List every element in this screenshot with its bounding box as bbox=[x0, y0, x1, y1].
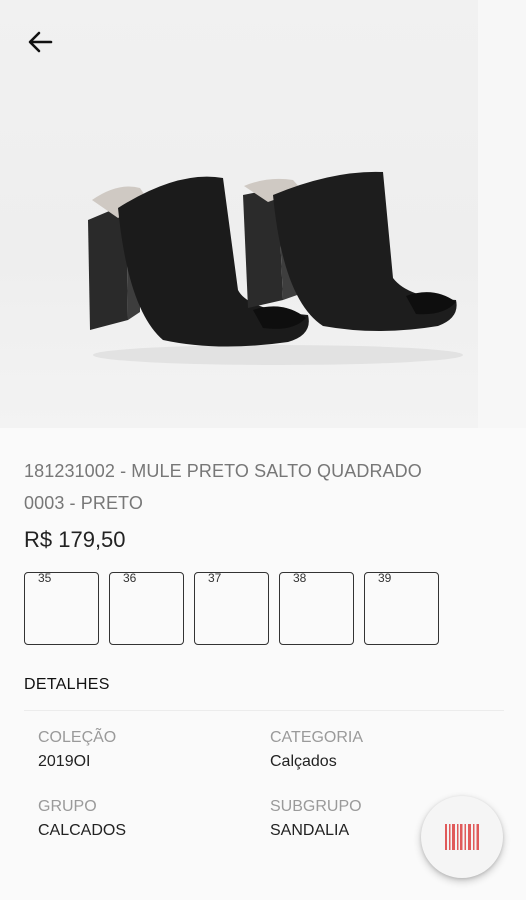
size-label: 35 bbox=[38, 571, 52, 585]
size-option-37[interactable]: 37 bbox=[194, 571, 269, 645]
barcode-icon bbox=[445, 824, 479, 850]
detail-value: SANDALIA bbox=[270, 822, 350, 839]
detail-label: GRUPO bbox=[38, 798, 97, 815]
scan-barcode-button[interactable] bbox=[421, 796, 503, 878]
size-selector: 35 36 37 38 39 bbox=[24, 571, 439, 645]
detail-label: CATEGORIA bbox=[270, 729, 364, 746]
back-button[interactable] bbox=[22, 24, 58, 60]
details-divider bbox=[24, 710, 504, 711]
details-heading: DETALHES bbox=[24, 676, 110, 693]
detail-value: Calçados bbox=[270, 753, 337, 770]
detail-colecao: COLEÇÃO 2019OI bbox=[38, 729, 116, 771]
detail-value: 2019OI bbox=[38, 753, 91, 770]
size-option-36[interactable]: 36 bbox=[109, 571, 184, 645]
product-title: 181231002 - MULE PRETO SALTO QUADRADO 00… bbox=[24, 455, 504, 519]
product-image-area bbox=[0, 0, 526, 428]
size-label: 37 bbox=[208, 571, 222, 585]
size-label: 38 bbox=[293, 571, 307, 585]
size-label: 39 bbox=[378, 571, 392, 585]
size-option-39[interactable]: 39 bbox=[364, 571, 439, 645]
size-option-38[interactable]: 38 bbox=[279, 571, 354, 645]
detail-subgrupo: SUBGRUPO SANDALIA bbox=[270, 798, 362, 840]
product-code-name: 181231002 - MULE PRETO SALTO QUADRADO bbox=[24, 461, 422, 481]
detail-categoria: CATEGORIA Calçados bbox=[270, 729, 363, 771]
product-price: R$ 179,50 bbox=[24, 527, 126, 552]
product-image bbox=[88, 171, 463, 365]
detail-value: CALCADOS bbox=[38, 822, 127, 839]
detail-label: COLEÇÃO bbox=[38, 729, 117, 746]
detail-label: SUBGRUPO bbox=[270, 798, 362, 815]
product-variant: 0003 - PRETO bbox=[24, 493, 143, 513]
detail-grupo: GRUPO CALCADOS bbox=[38, 798, 126, 840]
size-label: 36 bbox=[123, 571, 137, 585]
arrow-left-icon bbox=[28, 31, 53, 53]
size-option-35[interactable]: 35 bbox=[24, 571, 99, 645]
